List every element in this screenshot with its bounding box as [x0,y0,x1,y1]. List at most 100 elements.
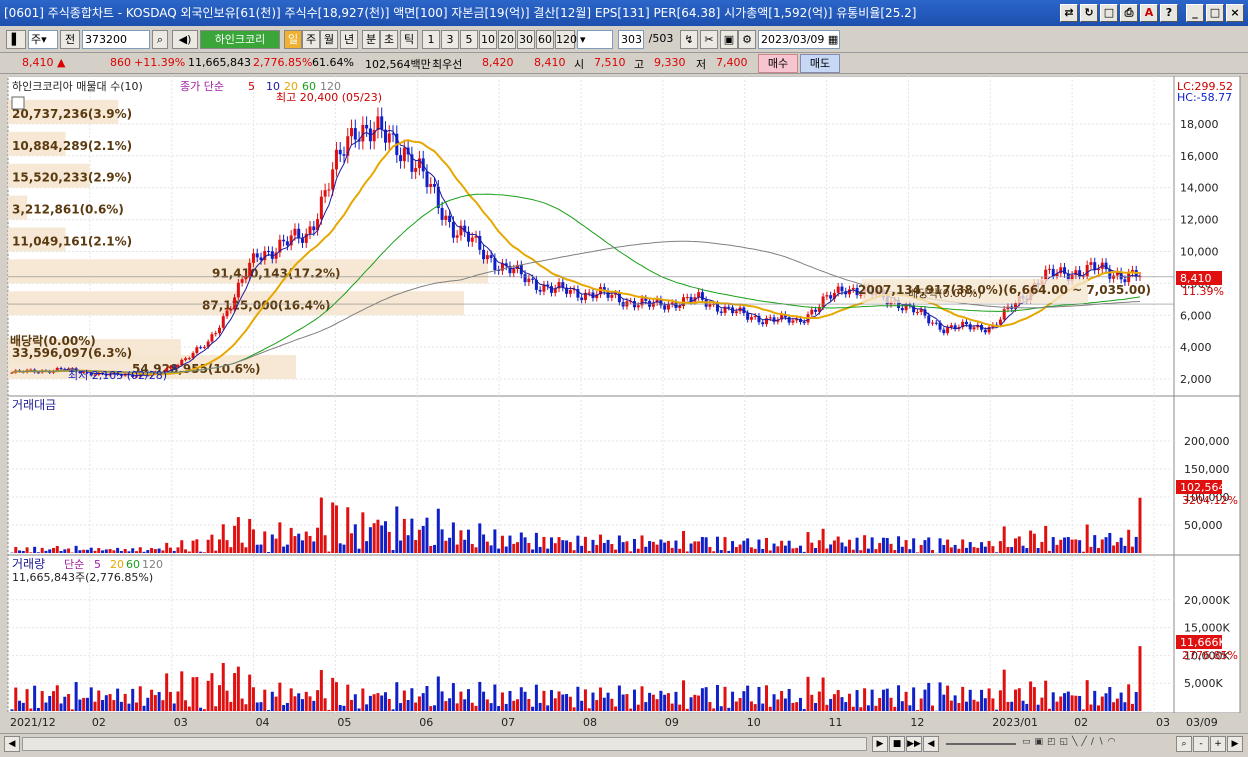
buy-button[interactable]: 매수 [758,54,798,73]
amount-bar [433,544,437,553]
horizontal-scrollbar[interactable] [22,737,867,751]
scroll-right-icon[interactable]: ▶ [1227,736,1243,752]
sell-button[interactable]: 매도 [800,54,840,73]
bid-price: 8,410 [534,56,566,69]
settings-icon[interactable]: ⚙ [738,30,756,49]
amount-bar [334,505,338,553]
amount-bar [478,523,482,553]
candle [527,278,531,283]
help-icon[interactable]: ? [1160,4,1178,22]
volume-bar [278,682,282,711]
search-icon[interactable]: ⌕ [152,30,168,49]
candle [531,278,535,280]
x-tick-label: 06 [419,716,433,729]
tab-tick[interactable]: 틱 [400,30,418,49]
candle [946,327,950,334]
candle [749,317,753,320]
amount-bar [557,537,561,553]
candle [964,321,968,325]
volume-bar [534,684,538,711]
rewind-icon[interactable]: ◀ [923,736,939,752]
close-button[interactable]: × [1226,4,1244,22]
amount-bar [101,550,105,553]
amount-bar [602,542,606,553]
amount-bar [897,536,901,553]
custom-period-input[interactable]: ▾ [577,30,613,49]
amount-bar [534,532,538,553]
volume-bar [693,694,697,711]
candle [353,128,357,140]
tool-icon[interactable]: ↯ [680,30,698,49]
print-icon[interactable]: ⎙ [1120,4,1138,22]
prev-button[interactable]: 전 [60,30,80,49]
scissors-icon[interactable]: ✂ [700,30,718,49]
toolbar: ▌ 주▾ 전 373200 ⌕ ◀) 하인크코리 일 주 월 년 분 초 틱 1… [0,26,1248,53]
volume-bar [184,700,188,711]
tab-week[interactable]: 주 [302,30,320,49]
zoom-in-button[interactable]: + [1210,736,1226,752]
minute-120[interactable]: 120 [555,30,577,49]
volume-bar [727,707,731,711]
amount-bar [583,536,587,553]
stock-code-input[interactable]: 373200 [82,30,150,49]
candle [482,249,486,260]
speaker-icon[interactable]: ◀) [172,30,198,49]
minute-60[interactable]: 60 [536,30,554,49]
window-icon[interactable]: □ [1100,4,1118,22]
volume-bar [746,685,750,711]
tab-second[interactable]: 초 [380,30,398,49]
x-tick-label: 07 [501,716,515,729]
amount-bar [572,550,576,553]
volume-bar [708,702,712,711]
candle [802,322,806,324]
play-icon[interactable]: ▶ [872,736,888,752]
stock-chart[interactable]: 2,0004,0006,0008,00010,00012,00014,00016… [0,76,1248,757]
minute-3[interactable]: 3 [441,30,459,49]
link-icon[interactable]: ⇄ [1060,4,1078,22]
minute-5[interactable]: 5 [460,30,478,49]
period-select[interactable]: 주▾ [28,30,58,49]
amount-bar [678,548,682,553]
zoom-out-button[interactable]: - [1193,736,1209,752]
candle [851,287,855,290]
tab-month[interactable]: 월 [320,30,338,49]
stock-name[interactable]: 하인크코리 [200,30,280,49]
refresh-icon[interactable]: ↻ [1080,4,1098,22]
amount-bar [270,534,274,553]
font-icon[interactable]: A [1140,4,1158,22]
zoom-slider[interactable] [946,743,1016,745]
volume-last: 11,666K [1180,636,1226,649]
volume-bar [451,683,455,711]
candle [229,308,233,311]
volume-bar [621,694,625,711]
stop-icon[interactable]: ■ [889,736,905,752]
save-icon[interactable]: ▣ [720,30,738,49]
amount-bar [127,551,131,553]
x-tick-label: 05 [337,716,351,729]
amount-bar [931,549,935,553]
count-input[interactable]: 303 [618,30,644,49]
amount-bar [74,545,78,553]
amount-bar [342,544,346,553]
scroll-left-icon[interactable]: ◀ [4,736,20,752]
minute-30[interactable]: 30 [517,30,535,49]
x-tick-label: 08 [583,716,597,729]
minute-20[interactable]: 20 [498,30,516,49]
search-icon-bottom[interactable]: ⌕ [1176,736,1192,752]
amount-bar [663,542,667,553]
minute-1[interactable]: 1 [422,30,440,49]
tab-year[interactable]: 년 [340,30,358,49]
tab-minute[interactable]: 분 [362,30,380,49]
volume-bar [304,691,308,711]
volume-bar [923,689,927,711]
volume-bar [780,691,784,711]
last-change-label: 11.39% [1182,285,1224,298]
minute-10[interactable]: 10 [479,30,497,49]
amount-bar [889,543,893,553]
tab-day[interactable]: 일 [284,30,302,49]
maximize-button[interactable]: □ [1206,4,1224,22]
chart-type-icon[interactable]: ▌ [6,30,26,49]
minimize-button[interactable]: _ [1186,4,1204,22]
date-input[interactable]: 2023/03/09 ▦ [758,30,840,49]
fast-forward-icon[interactable]: ▶▶ [906,736,922,752]
